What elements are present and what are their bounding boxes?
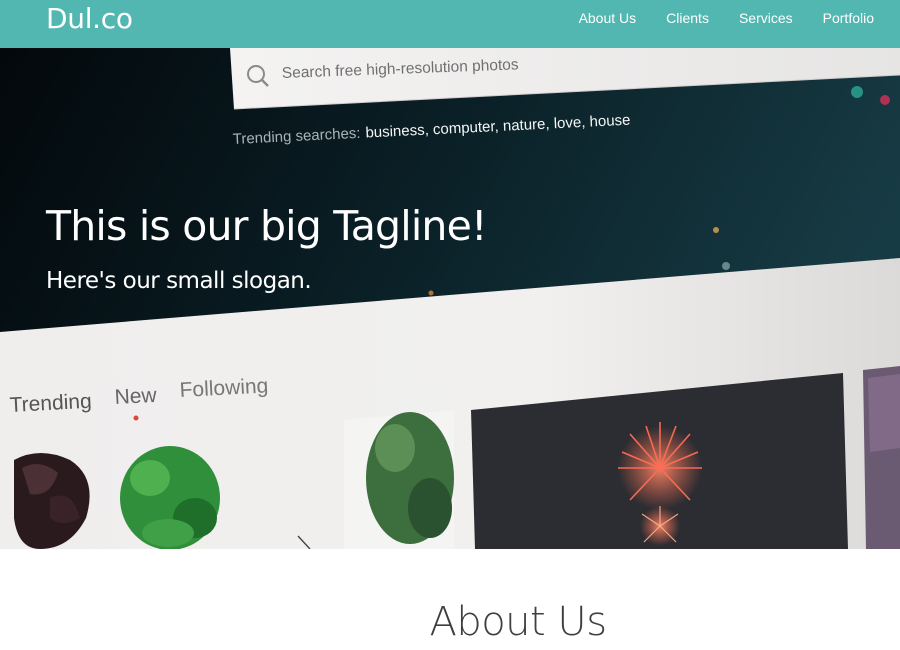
nav-link-clients[interactable]: Clients [666,10,709,26]
about-title: About Us [429,599,607,645]
nav-links: About Us Clients Services Portfolio [579,0,874,36]
navbar: Dul.co About Us Clients Services Portfol… [0,0,900,48]
brand-logo[interactable]: Dul.co [46,0,133,38]
hero-photo-tab-trending: Trending [9,390,92,417]
hero-photo-trending-term-nature: nature [502,116,545,135]
hero-photo-tab-dot [133,415,139,421]
hero-background-photo: Search free high-resolution photos Trend… [0,48,900,549]
hero-photo-trending-term-love: love [553,114,581,132]
nav-link-services[interactable]: Services [739,10,793,26]
nav-link-about-us[interactable]: About Us [579,10,637,26]
hero-slogan: Here's our small slogan. [46,268,312,294]
hero-photo-tab-following: Following [179,374,269,402]
hero-photo-tab-new: New [114,384,158,409]
hero-tagline: This is our big Tagline! [46,202,487,250]
hero-photo-trending-term-house: house [589,112,631,131]
nav-link-portfolio[interactable]: Portfolio [823,10,874,26]
hero-photo-thumbnail-plant-green [120,446,220,549]
hero-photo-trending-term-business: business [365,122,425,142]
hero-photo-thumbnail-shrub [344,410,454,549]
hero-section: Search free high-resolution photos Trend… [0,48,900,549]
about-section: About Us [0,549,900,650]
hero-photo-trending-term-computer: computer [433,118,496,138]
